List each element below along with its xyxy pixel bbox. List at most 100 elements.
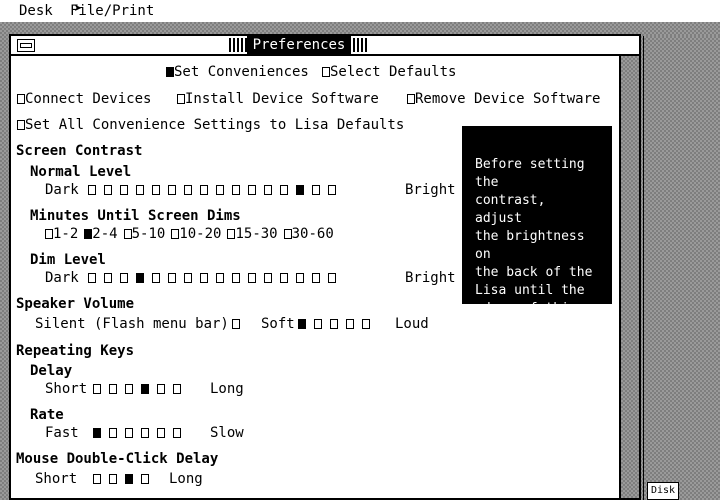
normal-level-step-1[interactable] xyxy=(88,185,96,195)
rate-step-1[interactable] xyxy=(93,428,101,438)
rate-low-label: Fast xyxy=(45,425,79,441)
volume-step-4[interactable] xyxy=(346,319,354,329)
normal-level-step-13[interactable] xyxy=(280,185,288,195)
mouse-delay-step-2[interactable] xyxy=(109,474,117,484)
connect-devices-label: Connect Devices xyxy=(25,91,152,107)
select-defaults-checkbox[interactable] xyxy=(322,67,330,77)
mouse-delay-step-1[interactable] xyxy=(93,474,101,484)
normal-level-step-3[interactable] xyxy=(120,185,128,195)
mode-install-device-software[interactable]: Install Device Software xyxy=(177,91,379,107)
minutes-option-checkbox[interactable] xyxy=(123,229,132,239)
volume-step-5[interactable] xyxy=(362,319,370,329)
normal-level-low-label: Dark xyxy=(45,182,79,198)
menu-desk[interactable]: Desk xyxy=(19,3,53,19)
normal-level-step-4[interactable] xyxy=(136,185,144,195)
volume-step-1[interactable] xyxy=(298,319,306,329)
dim-level-step-2[interactable] xyxy=(104,273,112,283)
repeating-keys-heading: Repeating Keys xyxy=(16,343,135,359)
normal-level-step-9[interactable] xyxy=(216,185,224,195)
normal-level-step-8[interactable] xyxy=(200,185,208,195)
menu-file-print[interactable]: File/Print xyxy=(70,3,154,19)
delay-step-2[interactable] xyxy=(109,384,117,394)
disk-icon[interactable]: Disk xyxy=(647,482,679,500)
normal-level-high-label: Bright xyxy=(405,182,456,198)
dim-level-step-1[interactable] xyxy=(88,273,96,283)
remove-software-checkbox[interactable] xyxy=(407,94,415,104)
dim-level-step-4[interactable] xyxy=(136,273,144,283)
dim-level-step-3[interactable] xyxy=(120,273,128,283)
silent-option[interactable] xyxy=(232,316,240,332)
remove-software-label: Remove Device Software xyxy=(415,91,601,107)
delay-low-label: Short xyxy=(45,381,88,397)
rate-step-5[interactable] xyxy=(157,428,165,438)
dim-level-step-13[interactable] xyxy=(280,273,288,283)
minutes-until-dims-label: Minutes Until Screen Dims xyxy=(30,208,241,224)
dim-level-step-7[interactable] xyxy=(184,273,192,283)
minutes-option-label: 15-30 xyxy=(235,226,278,242)
minutes-option[interactable]: 2-4 xyxy=(84,226,118,242)
dim-level-step-8[interactable] xyxy=(200,273,208,283)
normal-level-step-11[interactable] xyxy=(248,185,256,195)
delay-step-5[interactable] xyxy=(157,384,165,394)
dim-level-step-6[interactable] xyxy=(168,273,176,283)
set-conveniences-checkbox[interactable] xyxy=(166,67,174,77)
mouse-delay-step-3[interactable] xyxy=(125,474,133,484)
mode-connect-devices[interactable]: Connect Devices xyxy=(17,91,151,107)
rate-step-3[interactable] xyxy=(125,428,133,438)
normal-level-step-14[interactable] xyxy=(296,185,304,195)
dim-level-step-5[interactable] xyxy=(152,273,160,283)
minutes-option-checkbox[interactable] xyxy=(45,229,53,239)
mode-remove-device-software[interactable]: Remove Device Software xyxy=(407,91,600,107)
volume-step-2[interactable] xyxy=(314,319,322,329)
rate-step-2[interactable] xyxy=(109,428,117,438)
dim-level-high-label: Bright xyxy=(405,270,456,286)
normal-level-step-15[interactable] xyxy=(312,185,320,195)
minutes-option-checkbox[interactable] xyxy=(283,229,292,239)
connect-devices-checkbox[interactable] xyxy=(17,94,25,104)
normal-level-step-2[interactable] xyxy=(104,185,112,195)
dim-level-step-10[interactable] xyxy=(232,273,240,283)
install-software-label: Install Device Software xyxy=(185,91,379,107)
rate-step-6[interactable] xyxy=(173,428,181,438)
delay-step-1[interactable] xyxy=(93,384,101,394)
install-software-checkbox[interactable] xyxy=(177,94,185,104)
delay-step-4[interactable] xyxy=(141,384,149,394)
dim-level-step-12[interactable] xyxy=(264,273,272,283)
set-all-defaults-checkbox[interactable] xyxy=(17,120,25,130)
dim-level-step-16[interactable] xyxy=(328,273,336,283)
rate-step-4[interactable] xyxy=(141,428,149,438)
dim-level-step-15[interactable] xyxy=(312,273,320,283)
normal-level-step-7[interactable] xyxy=(184,185,192,195)
mode-set-conveniences[interactable]: Set Conveniences xyxy=(166,64,309,80)
minutes-option[interactable]: 5-10 xyxy=(123,226,165,242)
window-title: Preferences xyxy=(247,36,351,54)
dim-level-step-9[interactable] xyxy=(216,273,224,283)
dim-level-step-11[interactable] xyxy=(248,273,256,283)
volume-scale xyxy=(298,316,378,332)
minutes-option[interactable]: 1-2 xyxy=(45,226,78,242)
vertical-scrollbar[interactable] xyxy=(619,56,639,498)
minutes-option[interactable]: 10-20 xyxy=(171,226,221,242)
preferences-window: Preferences Set Conveniences Select Defa… xyxy=(9,34,641,500)
minutes-option[interactable]: 30-60 xyxy=(283,226,334,242)
set-all-defaults-label: Set All Convenience Settings to Lisa Def… xyxy=(25,117,405,133)
minutes-option[interactable]: 15-30 xyxy=(227,226,278,242)
normal-level-step-12[interactable] xyxy=(264,185,272,195)
normal-level-step-10[interactable] xyxy=(232,185,240,195)
window-menu-icon[interactable] xyxy=(17,39,35,52)
silent-label: Silent (Flash menu bar) xyxy=(35,316,229,332)
silent-checkbox[interactable] xyxy=(232,319,240,329)
set-all-defaults[interactable]: Set All Convenience Settings to Lisa Def… xyxy=(17,117,404,133)
volume-step-3[interactable] xyxy=(330,319,338,329)
normal-level-step-5[interactable] xyxy=(152,185,160,195)
delay-step-3[interactable] xyxy=(125,384,133,394)
dim-level-step-14[interactable] xyxy=(296,273,304,283)
mode-select-defaults[interactable]: Select Defaults xyxy=(322,64,456,80)
mouse-delay-step-4[interactable] xyxy=(141,474,149,484)
disk-label: Disk xyxy=(651,485,676,496)
normal-level-step-6[interactable] xyxy=(168,185,176,195)
delay-step-6[interactable] xyxy=(173,384,181,394)
minutes-option-label: 1-2 xyxy=(53,226,79,242)
normal-level-step-16[interactable] xyxy=(328,185,336,195)
title-bar[interactable]: Preferences xyxy=(11,36,639,56)
